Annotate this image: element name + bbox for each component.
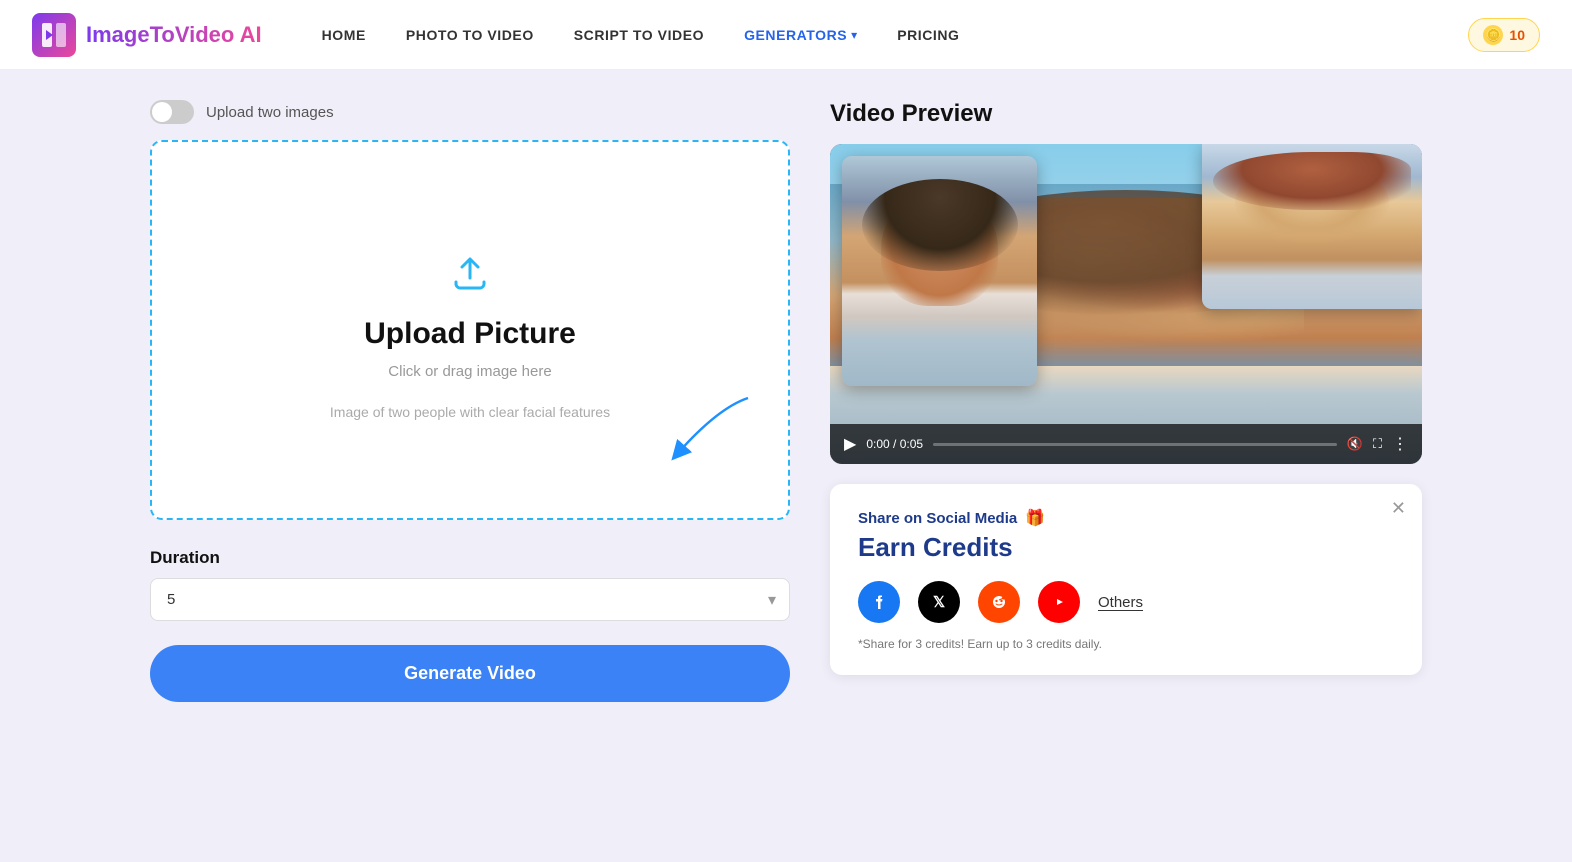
reddit-share-button[interactable] <box>978 581 1020 623</box>
social-icons-row: 𝕏 <box>858 581 1394 623</box>
nav-photo-to-video[interactable]: PHOTO TO VIDEO <box>406 27 534 43</box>
upload-dropzone[interactable]: Upload Picture Click or drag image here … <box>150 140 790 520</box>
gift-icon: 🎁 <box>1025 508 1045 528</box>
video-ctrl-icons: 🔇 ⛶ ⋮ <box>1347 434 1408 454</box>
duration-section: Duration 5 10 15 20 ▾ <box>150 548 790 621</box>
facebook-share-button[interactable] <box>858 581 900 623</box>
others-share-button[interactable]: Others <box>1098 594 1143 611</box>
nav-script-to-video[interactable]: SCRIPT TO VIDEO <box>574 27 704 43</box>
social-subtitle: Share on Social Media <box>858 510 1017 527</box>
logo-icon <box>32 13 76 57</box>
nav-pricing[interactable]: PRICING <box>897 27 959 43</box>
brand-name: ImageToVideo AI <box>86 22 262 48</box>
video-preview-title: Video Preview <box>830 100 1422 128</box>
left-panel: Upload two images Upload Picture Click o… <box>150 100 830 702</box>
upload-two-images-toggle[interactable] <box>150 100 194 124</box>
right-panel: Video Preview <box>830 100 1422 702</box>
logo-area[interactable]: ImageToVideo AI <box>32 13 262 57</box>
video-controls: ▶ 0:00 / 0:05 🔇 ⛶ ⋮ <box>830 424 1422 464</box>
duration-label: Duration <box>150 548 790 568</box>
close-button[interactable]: ✕ <box>1391 498 1406 519</box>
upload-subtitle: Click or drag image here <box>388 363 551 380</box>
upload-toggle-row: Upload two images <box>150 100 790 124</box>
toggle-label: Upload two images <box>206 104 334 121</box>
duration-select[interactable]: 5 10 15 20 <box>150 578 790 621</box>
credits-badge[interactable]: 🪙 10 <box>1468 18 1540 52</box>
social-share-card: ✕ Share on Social Media 🎁 Earn Credits 𝕏 <box>830 484 1422 675</box>
nav-generators[interactable]: GENERATORS ▾ <box>744 27 857 43</box>
more-options-icon[interactable]: ⋮ <box>1392 434 1408 454</box>
nav-home[interactable]: HOME <box>322 27 366 43</box>
upload-icon <box>442 240 498 301</box>
fullscreen-icon[interactable]: ⛶ <box>1373 436 1382 452</box>
social-main-title: Earn Credits <box>858 532 1394 563</box>
header: ImageToVideo AI HOME PHOTO TO VIDEO SCRI… <box>0 0 1572 70</box>
time-display: 0:00 / 0:05 <box>866 437 923 451</box>
chevron-down-icon: ▾ <box>851 28 857 42</box>
nav-generators-label[interactable]: GENERATORS <box>744 27 847 43</box>
social-title-row: Share on Social Media 🎁 <box>858 508 1394 528</box>
mute-icon[interactable]: 🔇 <box>1347 436 1363 452</box>
twitter-share-button[interactable]: 𝕏 <box>918 581 960 623</box>
credits-coin-icon: 🪙 <box>1483 25 1503 45</box>
generate-video-button[interactable]: Generate Video <box>150 645 790 702</box>
main-nav: HOME PHOTO TO VIDEO SCRIPT TO VIDEO GENE… <box>322 27 1469 43</box>
upload-hint: Image of two people with clear facial fe… <box>330 404 610 420</box>
video-preview-area: ▶ 0:00 / 0:05 🔇 ⛶ ⋮ <box>830 144 1422 464</box>
upload-title: Upload Picture <box>364 317 576 351</box>
arrow-indicator <box>638 388 758 468</box>
youtube-share-button[interactable] <box>1038 581 1080 623</box>
credits-count: 10 <box>1509 27 1525 43</box>
play-button[interactable]: ▶ <box>844 434 856 454</box>
social-note: *Share for 3 credits! Earn up to 3 credi… <box>858 637 1394 651</box>
main-content: Upload two images Upload Picture Click o… <box>86 70 1486 732</box>
duration-select-wrapper: 5 10 15 20 ▾ <box>150 578 790 621</box>
progress-bar[interactable] <box>933 443 1337 446</box>
